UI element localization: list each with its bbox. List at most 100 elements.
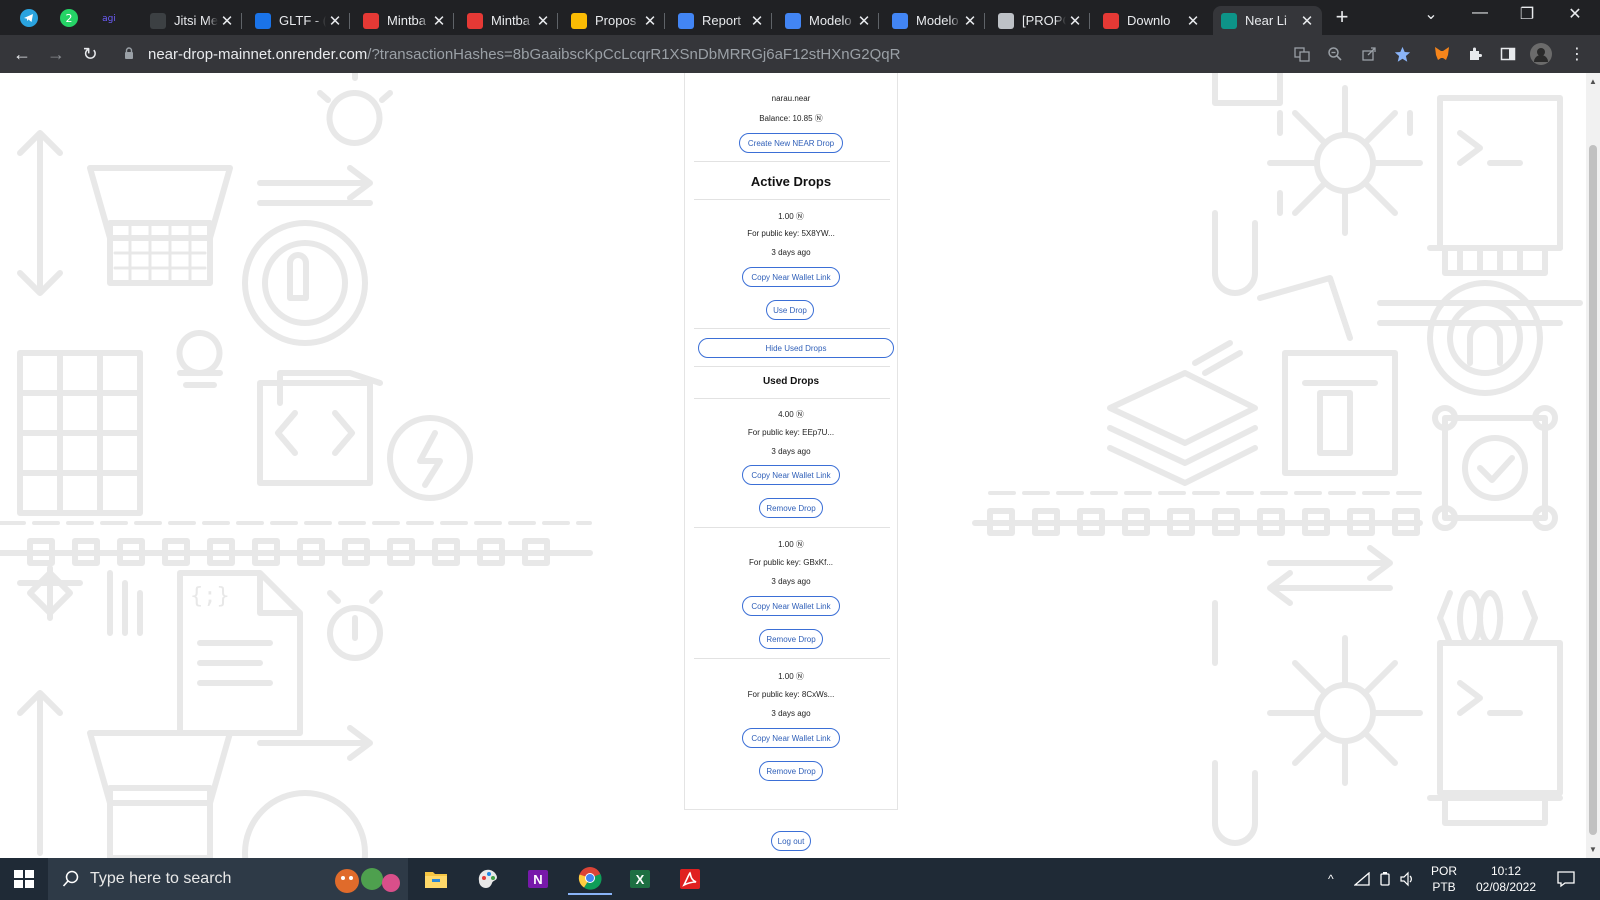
extensions-icon[interactable] [1464,43,1486,65]
file-explorer-icon[interactable] [414,863,458,895]
back-button[interactable]: ← [10,42,34,66]
web-page: {;} narau.near Balance: 10.85 Ⓝ Create N… [0,73,1586,858]
close-tab-icon[interactable]: ✕ [1298,12,1316,30]
google-docs-icon [678,12,694,29]
menu-kebab-icon[interactable]: ⋮ [1566,43,1588,65]
notifications-icon[interactable] [1556,858,1576,900]
search-icon [62,870,79,887]
browser-tab[interactable]: GLTF - (✕ [247,6,350,35]
tab-title: Modelo [916,13,959,28]
copy-wallet-link-button[interactable]: Copy Near Wallet Link [742,596,840,616]
copy-wallet-link-button[interactable]: Copy Near Wallet Link [742,465,840,485]
windows-start-icon[interactable] [14,870,34,888]
active-drop-age: 3 days ago [771,248,811,257]
use-drop-button[interactable]: Use Drop [766,300,814,320]
minimize-button[interactable]: — [1465,4,1495,22]
clock-time: 10:12 [1490,864,1522,878]
browser-tab[interactable]: Near Li ✕ [1213,6,1322,35]
paint-app-icon[interactable] [466,863,510,895]
browser-tab[interactable]: Mintba ✕ [355,6,454,35]
browser-tab[interactable]: Propos ✕ [563,6,665,35]
remove-drop-button[interactable]: Remove Drop [759,761,823,781]
profile-avatar[interactable] [1530,43,1552,65]
acrobat-reader-icon[interactable] [668,863,712,895]
logout-button[interactable]: Log out [771,831,811,851]
browser-tab[interactable]: [PROPC✕ [990,6,1090,35]
zoom-icon[interactable] [1324,43,1346,65]
translate-icon[interactable] [1291,43,1313,65]
close-tab-icon[interactable]: ✕ [534,12,552,30]
remove-drop-button[interactable]: Remove Drop [759,629,823,649]
page-scrollbar[interactable]: ▲ ▼ [1586,73,1600,858]
tab-title: GLTF - ( [279,13,326,28]
whatsapp-tab[interactable]: 2 [57,6,81,30]
side-panel-icon[interactable] [1497,43,1519,65]
active-drop-public-key: For public key: 5X8YW... [747,229,835,238]
search-highlight-illustration[interactable] [326,863,408,895]
feather-icon [150,12,166,29]
reload-button[interactable]: ↻ [78,42,102,66]
tab-title: Jitsi Me [174,13,218,28]
tab-title: Mintba [491,13,531,28]
browser-tab[interactable]: Downlo ✕ [1095,6,1208,35]
tab-separator [984,13,985,29]
svg-text:X: X [636,872,645,887]
power-icon[interactable] [1377,858,1393,900]
browser-tab[interactable]: Mintba ✕ [459,6,558,35]
forward-button[interactable]: → [44,42,68,66]
tab-separator [453,13,454,29]
scroll-up-arrow-icon[interactable]: ▲ [1589,77,1597,86]
close-tab-icon[interactable]: ✕ [855,12,873,30]
language-indicator[interactable]: POR PTB [1424,863,1464,895]
browser-tab[interactable]: Jitsi Me ✕ [142,6,242,35]
telegram-tab[interactable] [17,6,41,30]
remove-drop-button[interactable]: Remove Drop [759,498,823,518]
close-tab-icon[interactable]: ✕ [1066,12,1084,30]
close-tab-icon[interactable]: ✕ [218,12,236,30]
show-hidden-icons[interactable]: ^ [1328,858,1334,900]
new-tab-button[interactable]: + [1330,6,1354,30]
used-drop-public-key: For public key: EEp7U... [747,428,835,437]
copy-wallet-link-button[interactable]: Copy Near Wallet Link [742,728,840,748]
used-drop-amount: 4.00 Ⓝ [778,410,804,419]
volume-icon[interactable] [1399,858,1415,900]
svg-text:N: N [533,872,542,887]
close-tab-icon[interactable]: ✕ [430,12,448,30]
language-code: POR [1430,864,1457,878]
tab-title: Near Li [1245,13,1287,28]
tab-search-icon[interactable]: ⌄ [1416,4,1446,24]
create-drop-button[interactable]: Create New NEAR Drop [739,133,843,153]
network-icon[interactable] [1354,858,1370,900]
bookmark-star-icon[interactable] [1391,43,1413,65]
tab-title: Modelo [809,13,852,28]
tab-separator [241,13,242,29]
used-drop-amount: 1.00 Ⓝ [778,540,804,549]
copy-wallet-link-button[interactable]: Copy Near Wallet Link [742,267,840,287]
hide-used-drops-button[interactable]: Hide Used Drops [698,338,894,358]
system-clock[interactable]: 10:12 02/08/2022 [1468,863,1544,895]
close-tab-icon[interactable]: ✕ [748,12,766,30]
close-tab-icon[interactable]: ✕ [326,12,344,30]
pinned-tab-3[interactable]: agi [97,6,121,30]
browser-tab[interactable]: Modelo ✕ [884,6,985,35]
address-bar[interactable]: near-drop-mainnet.onrender.com/?transact… [112,39,1332,69]
f-icon [255,12,271,29]
mintbase-icon [467,12,483,29]
restore-button[interactable]: ❐ [1512,4,1542,24]
chrome-taskbar-icon[interactable] [568,863,612,895]
metamask-extension-icon[interactable] [1431,43,1453,65]
onenote-icon[interactable]: N [516,863,560,895]
scroll-down-arrow-icon[interactable]: ▼ [1589,845,1597,854]
divider [694,398,890,399]
scrollbar-thumb[interactable] [1589,145,1597,835]
close-tab-icon[interactable]: ✕ [961,12,979,30]
close-window-button[interactable]: ✕ [1560,4,1590,24]
keyboard-layout: PTB [1432,880,1456,894]
close-tab-icon[interactable]: ✕ [1184,12,1202,30]
browser-tab[interactable]: Modelo ✕ [777,6,879,35]
browser-tab[interactable]: Report ✕ [670,6,772,35]
close-tab-icon[interactable]: ✕ [641,12,659,30]
active-drop-amount: 1.00 Ⓝ [778,212,804,221]
share-icon[interactable] [1358,43,1380,65]
excel-icon[interactable]: X [618,863,662,895]
